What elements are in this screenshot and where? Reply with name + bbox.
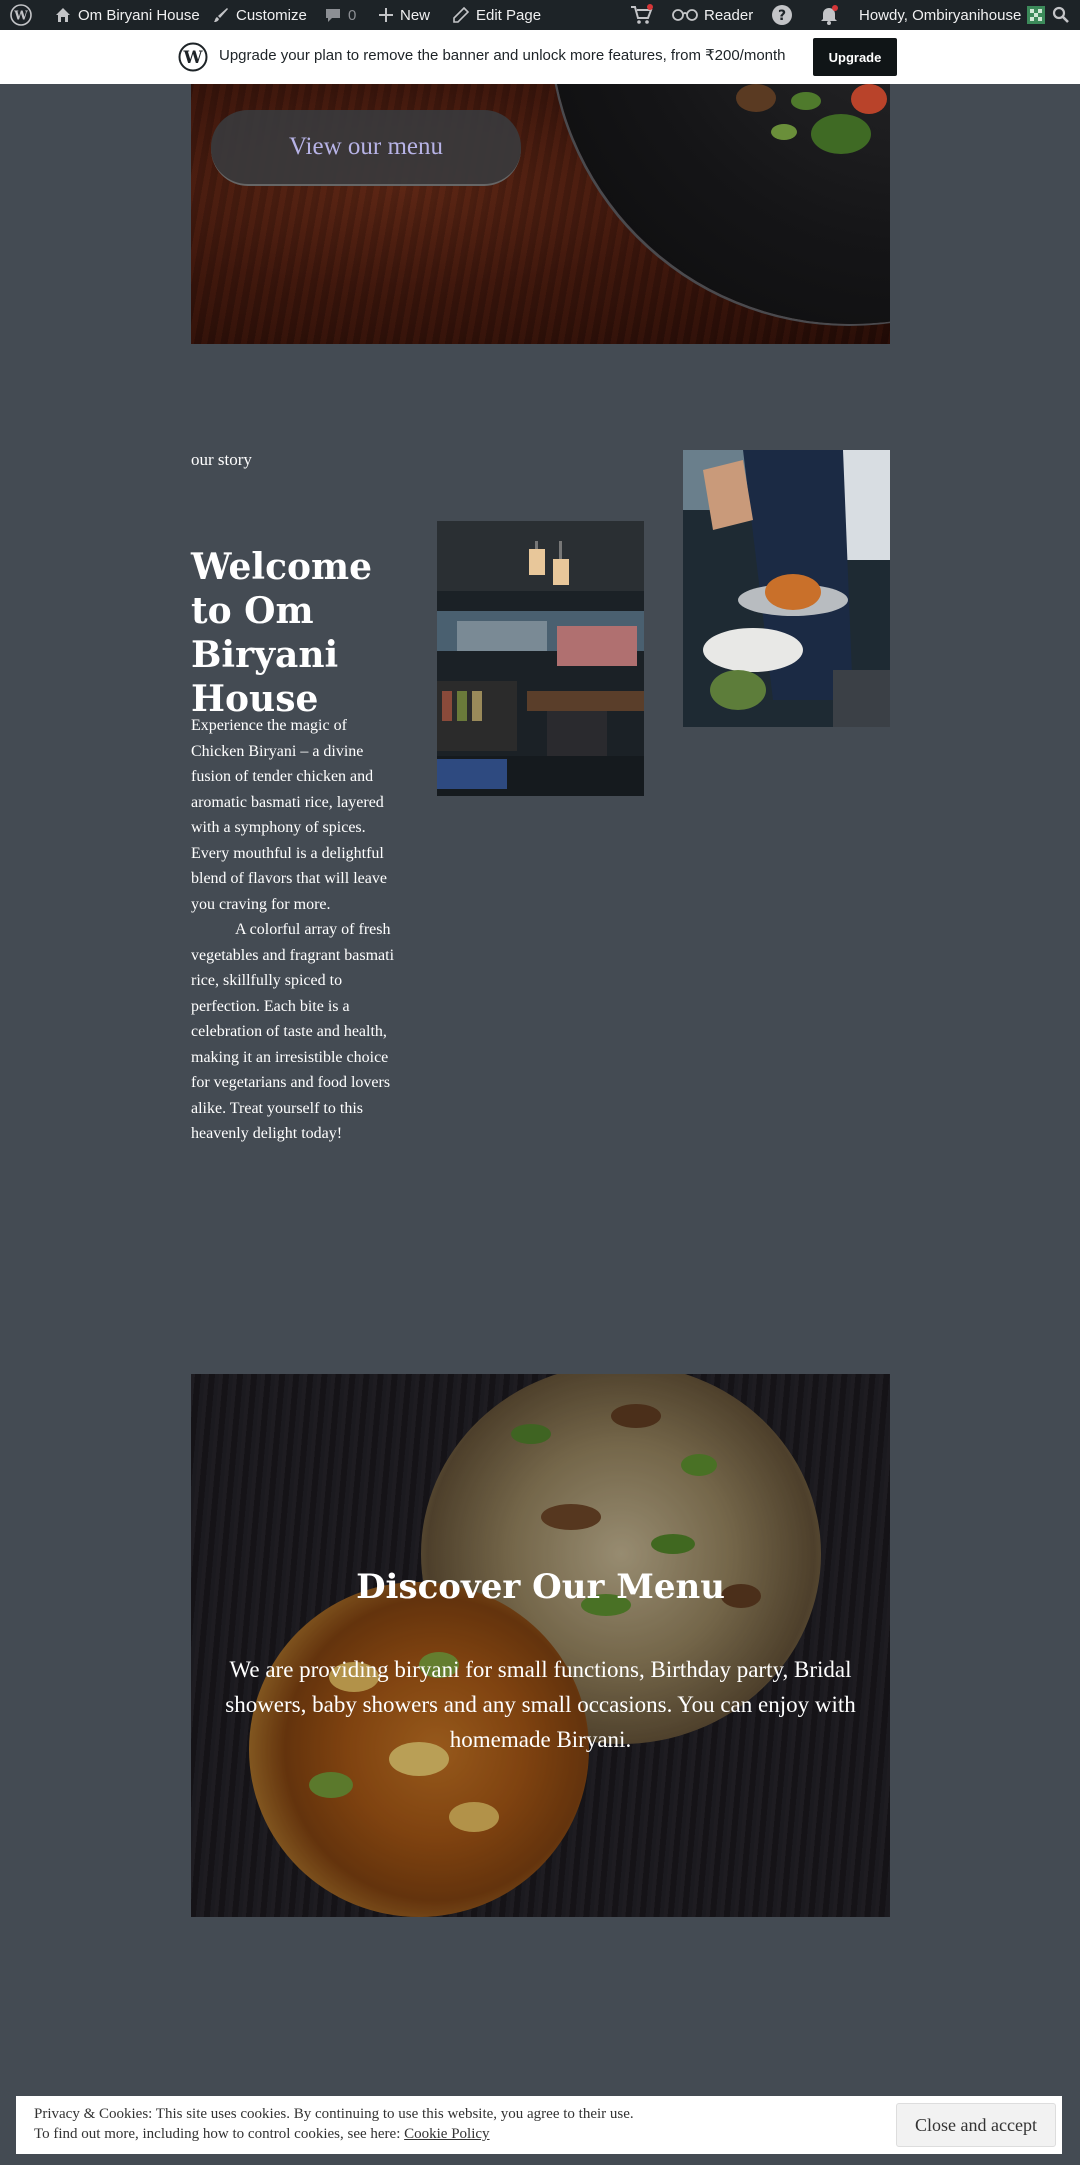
new-content-link[interactable]: New [378, 0, 430, 30]
svg-text:?: ? [778, 8, 786, 24]
upgrade-button[interactable]: Upgrade [813, 38, 897, 76]
garnish [851, 84, 887, 114]
garnish [791, 92, 821, 110]
discover-menu-section: Discover Our Menu We are providing birya… [191, 1374, 890, 1917]
paintbrush-icon [214, 8, 228, 22]
new-label: New [400, 6, 431, 24]
cart-link[interactable] [630, 0, 654, 30]
edit-page-link[interactable]: Edit Page [452, 0, 541, 30]
comments-link[interactable]: 0 [324, 0, 356, 30]
howdy-label: Howdy, Ombiryanihouse [859, 6, 1022, 24]
upgrade-banner-text: Upgrade your plan to remove the banner a… [219, 47, 786, 64]
home-icon [56, 8, 70, 22]
account-menu[interactable]: Howdy, Ombiryanihouse [859, 0, 1046, 30]
site-name-label: Om Biryani House [78, 6, 200, 24]
garnish [771, 124, 797, 140]
view-menu-button[interactable]: View our menu [211, 110, 521, 186]
story-title: Welcome to Om Biryani House [191, 546, 373, 720]
cookie-line-2: To find out more, including how to contr… [34, 2124, 634, 2144]
cookie-line-2-text: To find out more, including how to contr… [34, 2126, 401, 2142]
close-and-accept-button[interactable]: Close and accept [896, 2103, 1056, 2147]
garnish [811, 114, 871, 154]
discover-title: Discover Our Menu [356, 1567, 725, 1607]
edit-page-label: Edit Page [476, 6, 542, 24]
site-name-link[interactable]: Om Biryani House [54, 0, 200, 30]
reader-glasses-icon [672, 9, 698, 21]
garnish [736, 84, 776, 112]
customize-link[interactable]: Customize [212, 0, 307, 30]
discover-text: We are providing biryani for small funct… [225, 1657, 856, 1752]
avatar [1027, 6, 1046, 24]
story-label: our story [191, 450, 252, 469]
upgrade-banner: W Upgrade your plan to remove the banner… [0, 30, 1080, 84]
admin-bar: W Om Biryani House Customize 0 New Edit … [0, 0, 1080, 30]
notifications-bell-icon[interactable] [818, 0, 840, 30]
svg-text:W: W [13, 9, 28, 23]
restaurant-interior-photo [437, 521, 644, 796]
cookie-policy-link[interactable]: Cookie Policy [404, 2126, 489, 2142]
chef-cooking-photo [683, 450, 890, 727]
reader-label: Reader [704, 6, 754, 24]
customize-label: Customize [236, 6, 307, 24]
image-overlay [191, 1374, 890, 1917]
wordpress-logo-icon: W [178, 42, 208, 72]
wordpress-logo-icon[interactable]: W [10, 0, 32, 30]
plus-icon [379, 8, 393, 22]
comment-icon [326, 9, 340, 22]
search-icon[interactable] [1052, 0, 1070, 30]
cookie-text: Privacy & Cookies: This site uses cookie… [34, 2104, 634, 2144]
story-paragraph-1: Experience the magic of Chicken Biryani … [191, 717, 387, 913]
svg-text:W: W [182, 48, 203, 68]
help-icon[interactable]: ? [771, 0, 793, 30]
cookie-line-1: Privacy & Cookies: This site uses cookie… [34, 2106, 634, 2122]
reader-link[interactable]: Reader [672, 0, 753, 30]
cart-icon [631, 4, 653, 24]
cookie-banner: Privacy & Cookies: This site uses cookie… [16, 2096, 1062, 2154]
comments-count: 0 [348, 6, 357, 24]
hero-image: View our menu [191, 84, 890, 344]
pencil-icon [453, 6, 470, 23]
story-text: Experience the magic of Chicken Biryani … [191, 713, 401, 1147]
story-paragraph-2: A colorful array of fresh vegetables and… [191, 921, 395, 1142]
